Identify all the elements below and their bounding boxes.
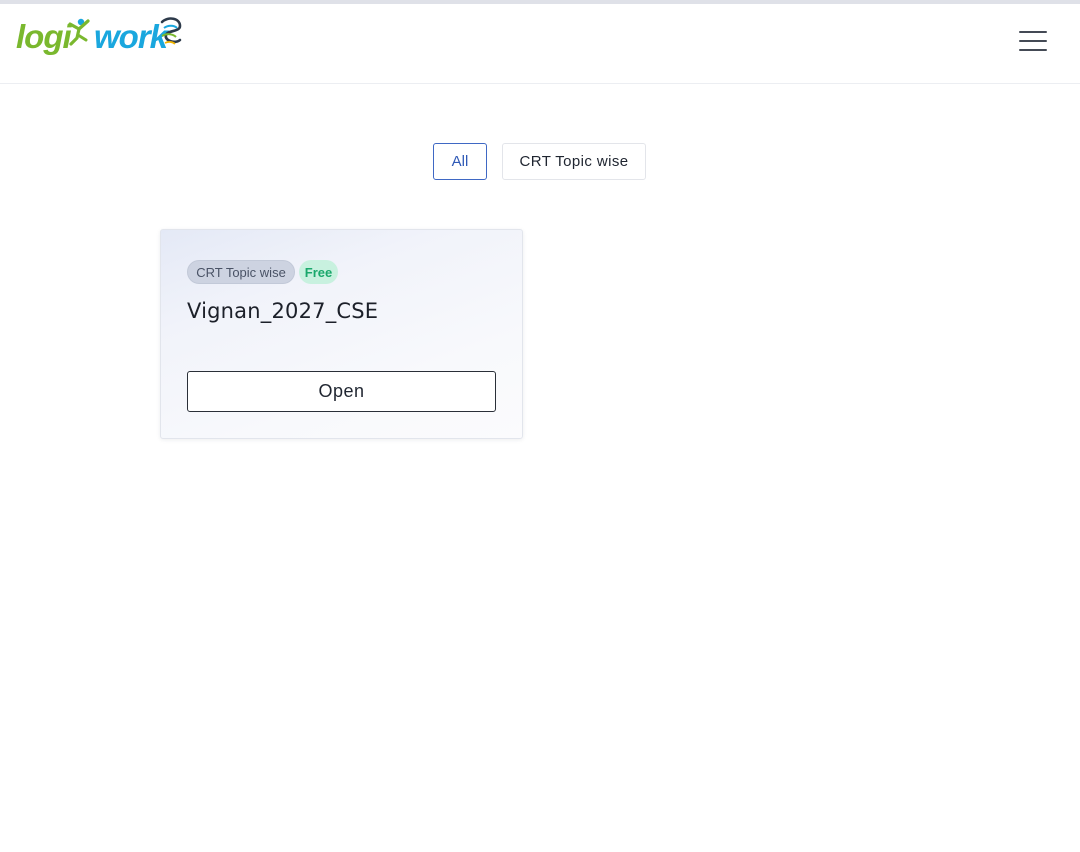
hamburger-menu-icon[interactable] (1014, 28, 1052, 54)
test-card: CRT Topic wise Free Vignan_2027_CSE Open (160, 229, 523, 439)
free-badge: Free (299, 260, 338, 284)
filter-all-button[interactable]: All (433, 143, 487, 180)
hamburger-line (1019, 40, 1047, 42)
open-button[interactable]: Open (187, 371, 496, 412)
globe-icon (160, 17, 182, 45)
runner-icon (68, 18, 90, 46)
card-title: Vignan_2027_CSE (187, 299, 379, 323)
logo[interactable]: logi work (16, 14, 184, 70)
category-badge: CRT Topic wise (187, 260, 295, 284)
site-header: logi work (0, 4, 1080, 84)
hamburger-line (1019, 49, 1047, 51)
logo-text-logi: logi (16, 18, 72, 55)
hamburger-line (1019, 31, 1047, 33)
filter-crt-topic-wise-button[interactable]: CRT Topic wise (502, 143, 646, 180)
